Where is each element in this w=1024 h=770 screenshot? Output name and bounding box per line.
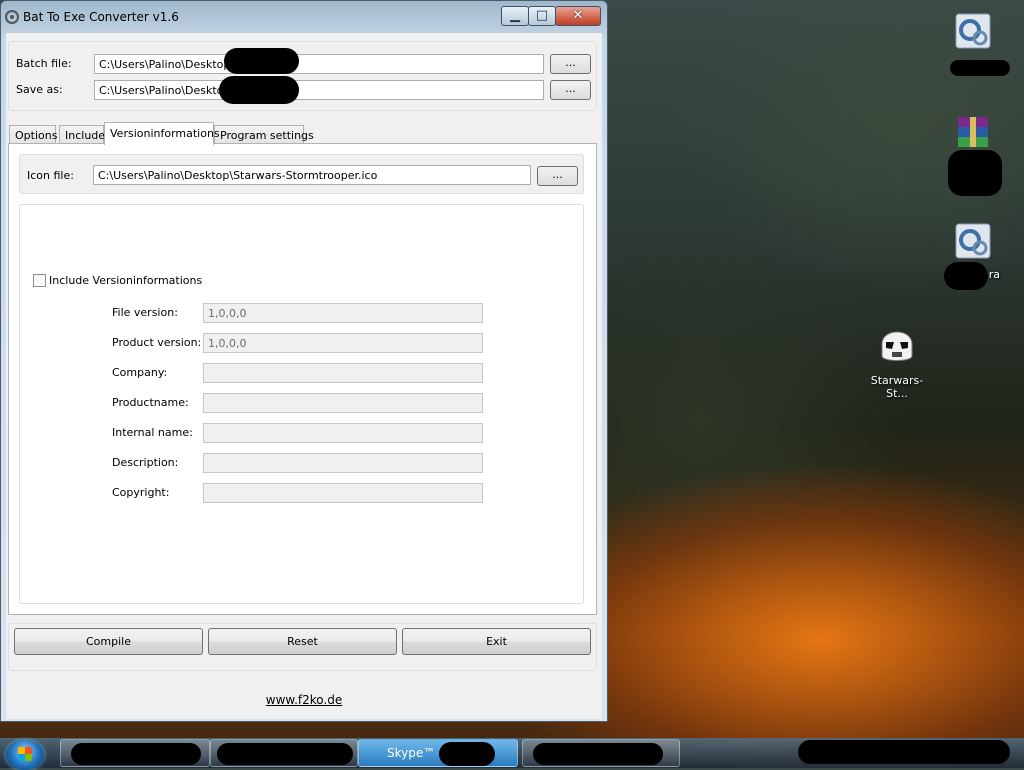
minimize-button[interactable]: ▁ bbox=[501, 6, 529, 26]
copyright-input[interactable] bbox=[203, 483, 483, 503]
taskbar: Skype™ - bbox=[0, 738, 1024, 770]
redaction bbox=[950, 60, 1010, 76]
icon-browse-button[interactable]: ... bbox=[537, 166, 578, 186]
batch-browse-button[interactable]: ... bbox=[550, 54, 591, 74]
maximize-button[interactable]: □ bbox=[528, 6, 556, 26]
save-as-label: Save as: bbox=[16, 83, 63, 96]
redaction bbox=[224, 48, 299, 74]
window-title: Bat To Exe Converter v1.6 bbox=[23, 10, 179, 24]
internal-name-input[interactable] bbox=[203, 423, 483, 443]
setup-gear-icon bbox=[955, 13, 991, 49]
taskbar-button[interactable] bbox=[210, 739, 358, 767]
minimize-icon: ▁ bbox=[510, 8, 520, 23]
website-link[interactable]: www.f2ko.de bbox=[6, 693, 602, 707]
version-info-group: Include Versioninformations File version… bbox=[19, 204, 584, 604]
windows-logo-icon bbox=[18, 747, 32, 761]
productname-label: Productname: bbox=[112, 396, 189, 409]
compile-button[interactable]: Compile bbox=[14, 628, 203, 655]
taskbar-button[interactable] bbox=[60, 739, 210, 767]
product-version-input[interactable]: 1,0,0,0 bbox=[203, 333, 483, 353]
description-input[interactable] bbox=[203, 453, 483, 473]
setup-gear-icon bbox=[955, 223, 991, 259]
redaction bbox=[533, 743, 663, 765]
include-version-checkbox[interactable] bbox=[33, 274, 46, 287]
close-icon: ✕ bbox=[572, 8, 584, 23]
batch-file-input[interactable]: C:\Users\Palino\Desktop\ bbox=[94, 54, 544, 74]
reset-button[interactable]: Reset bbox=[208, 628, 397, 655]
productname-input[interactable] bbox=[203, 393, 483, 413]
save-as-input[interactable]: C:\Users\Palino\Desktop bbox=[94, 80, 544, 100]
company-input[interactable] bbox=[203, 363, 483, 383]
tab-options[interactable]: Options bbox=[9, 125, 57, 144]
redaction bbox=[219, 76, 299, 104]
redaction bbox=[944, 262, 988, 290]
product-version-label: Product version: bbox=[112, 336, 202, 349]
maximize-icon: □ bbox=[535, 8, 549, 23]
copyright-label: Copyright: bbox=[112, 486, 170, 499]
close-button[interactable]: ✕ bbox=[555, 6, 601, 26]
taskbar-button[interactable] bbox=[522, 739, 680, 767]
actions-group: Compile Reset Exit bbox=[8, 623, 597, 671]
window-client: Batch file: C:\Users\Palino\Desktop\ ...… bbox=[6, 33, 602, 719]
redaction bbox=[798, 740, 1010, 764]
app-window: Bat To Exe Converter v1.6 ▁ □ ✕ Batch fi… bbox=[0, 0, 608, 722]
internal-name-label: Internal name: bbox=[112, 426, 193, 439]
tab-program-settings[interactable]: Program settings bbox=[214, 125, 314, 144]
taskbar-button-skype[interactable]: Skype™ - bbox=[358, 739, 518, 767]
tab-include[interactable]: Include bbox=[59, 125, 105, 144]
desktop-icon-label: Starwars-St... bbox=[870, 374, 924, 400]
tab-versioninformations[interactable]: Versioninformations bbox=[104, 122, 220, 145]
title-bar[interactable]: Bat To Exe Converter v1.6 ▁ □ ✕ bbox=[1, 1, 607, 33]
taskbar-label: Skype™ - bbox=[387, 746, 444, 760]
company-label: Company: bbox=[112, 366, 168, 379]
save-browse-button[interactable]: ... bbox=[550, 80, 591, 100]
file-group: Batch file: C:\Users\Palino\Desktop\ ...… bbox=[8, 41, 597, 111]
icon-file-label: Icon file: bbox=[27, 169, 74, 182]
file-version-label: File version: bbox=[112, 306, 178, 319]
include-version-label[interactable]: Include Versioninformations bbox=[49, 274, 202, 287]
version-tab-panel: Icon file: C:\Users\Palino\Desktop\Starw… bbox=[8, 143, 597, 615]
winrar-icon bbox=[958, 117, 988, 147]
exit-button[interactable]: Exit bbox=[402, 628, 591, 655]
start-button[interactable] bbox=[6, 740, 44, 770]
desktop-icon-stormtrooper[interactable]: Starwars-St... bbox=[860, 322, 934, 400]
redaction bbox=[948, 150, 1002, 196]
stormtrooper-icon bbox=[881, 331, 913, 361]
app-gear-icon bbox=[5, 10, 19, 24]
redaction bbox=[71, 743, 201, 765]
icon-group: Icon file: C:\Users\Palino\Desktop\Starw… bbox=[19, 154, 584, 194]
description-label: Description: bbox=[112, 456, 179, 469]
file-version-input[interactable]: 1,0,0,0 bbox=[203, 303, 483, 323]
redaction bbox=[439, 742, 495, 766]
redaction bbox=[217, 743, 353, 765]
batch-file-label: Batch file: bbox=[16, 57, 72, 70]
icon-file-input[interactable]: C:\Users\Palino\Desktop\Starwars-Stormtr… bbox=[93, 165, 531, 185]
